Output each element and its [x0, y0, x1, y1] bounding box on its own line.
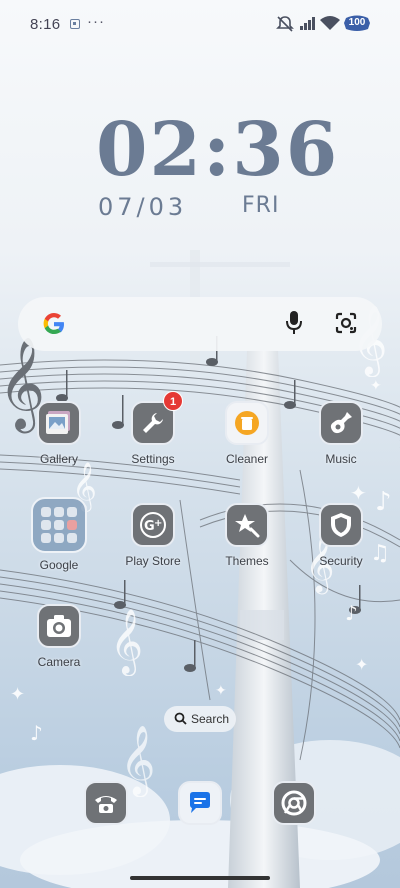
- home-indicator[interactable]: [130, 876, 270, 880]
- app-themes[interactable]: Themes: [207, 503, 287, 568]
- chrome-icon[interactable]: [272, 781, 316, 825]
- messages-icon[interactable]: [178, 781, 222, 825]
- svg-text:✦: ✦: [350, 481, 367, 505]
- guitar-icon: [319, 401, 363, 445]
- app-label: Google: [39, 558, 79, 572]
- svg-text:✦: ✦: [370, 378, 382, 394]
- phone-icon[interactable]: [84, 781, 128, 825]
- google-plus-icon: G +: [131, 503, 175, 547]
- svg-text:♪: ♪: [30, 721, 43, 745]
- svg-text:✦: ✦: [215, 683, 227, 699]
- wifi-icon: [320, 16, 340, 30]
- gallery-icon: [37, 401, 81, 445]
- clock-time[interactable]: 02:36: [96, 110, 337, 190]
- star-brush-icon: [225, 503, 269, 547]
- battery-icon: 100: [343, 15, 371, 32]
- app-label: Play Store: [125, 554, 181, 568]
- app-search-button[interactable]: Search: [164, 706, 236, 732]
- notification-badge: 1: [163, 391, 183, 411]
- app-cleaner[interactable]: Cleaner: [207, 401, 287, 466]
- svg-text:+: +: [154, 518, 162, 529]
- status-bar: 8:16 ··· 100: [0, 0, 400, 50]
- search-icon: [174, 712, 187, 725]
- app-search-label: Search: [191, 712, 230, 726]
- folder-icon: [31, 497, 87, 553]
- status-time: 8:16: [30, 16, 61, 33]
- app-settings[interactable]: 1 Settings: [113, 391, 193, 466]
- clock-date[interactable]: 07/03: [98, 193, 187, 221]
- svg-text:✦: ✦: [10, 684, 25, 705]
- app-label: Gallery: [39, 452, 78, 466]
- mute-icon: [276, 16, 294, 32]
- trash-can-icon: [225, 401, 269, 445]
- microphone-icon[interactable]: [284, 310, 304, 336]
- app-label: Themes: [225, 554, 269, 568]
- signal-icon: [300, 17, 315, 30]
- app-security[interactable]: Security: [301, 503, 381, 568]
- wrench-icon: 1: [131, 391, 183, 445]
- app-folder-google[interactable]: Google: [19, 497, 99, 572]
- app-label: Settings: [131, 452, 175, 466]
- app-music[interactable]: Music: [301, 401, 381, 466]
- app-label: Cleaner: [225, 452, 269, 466]
- more-notifications-icon: ···: [87, 13, 105, 30]
- notification-icon: [70, 19, 80, 29]
- svg-text:♪: ♪: [345, 601, 358, 625]
- battery-level: 100: [348, 17, 366, 28]
- app-gallery[interactable]: Gallery: [19, 401, 99, 466]
- svg-text:𝄞: 𝄞: [110, 609, 143, 676]
- google-logo-icon: [43, 313, 64, 334]
- google-search-bar[interactable]: [18, 297, 382, 351]
- app-play-store[interactable]: G + Play Store: [113, 503, 193, 568]
- app-label: Camera: [37, 655, 81, 669]
- camera-icon: [37, 604, 81, 648]
- app-label: Music: [325, 452, 357, 466]
- google-lens-icon[interactable]: [334, 311, 358, 335]
- shield-icon: [319, 503, 363, 547]
- app-camera[interactable]: Camera: [19, 604, 99, 669]
- svg-text:✦: ✦: [355, 655, 368, 674]
- clock-day[interactable]: FRI: [242, 193, 279, 218]
- app-label: Security: [319, 554, 363, 568]
